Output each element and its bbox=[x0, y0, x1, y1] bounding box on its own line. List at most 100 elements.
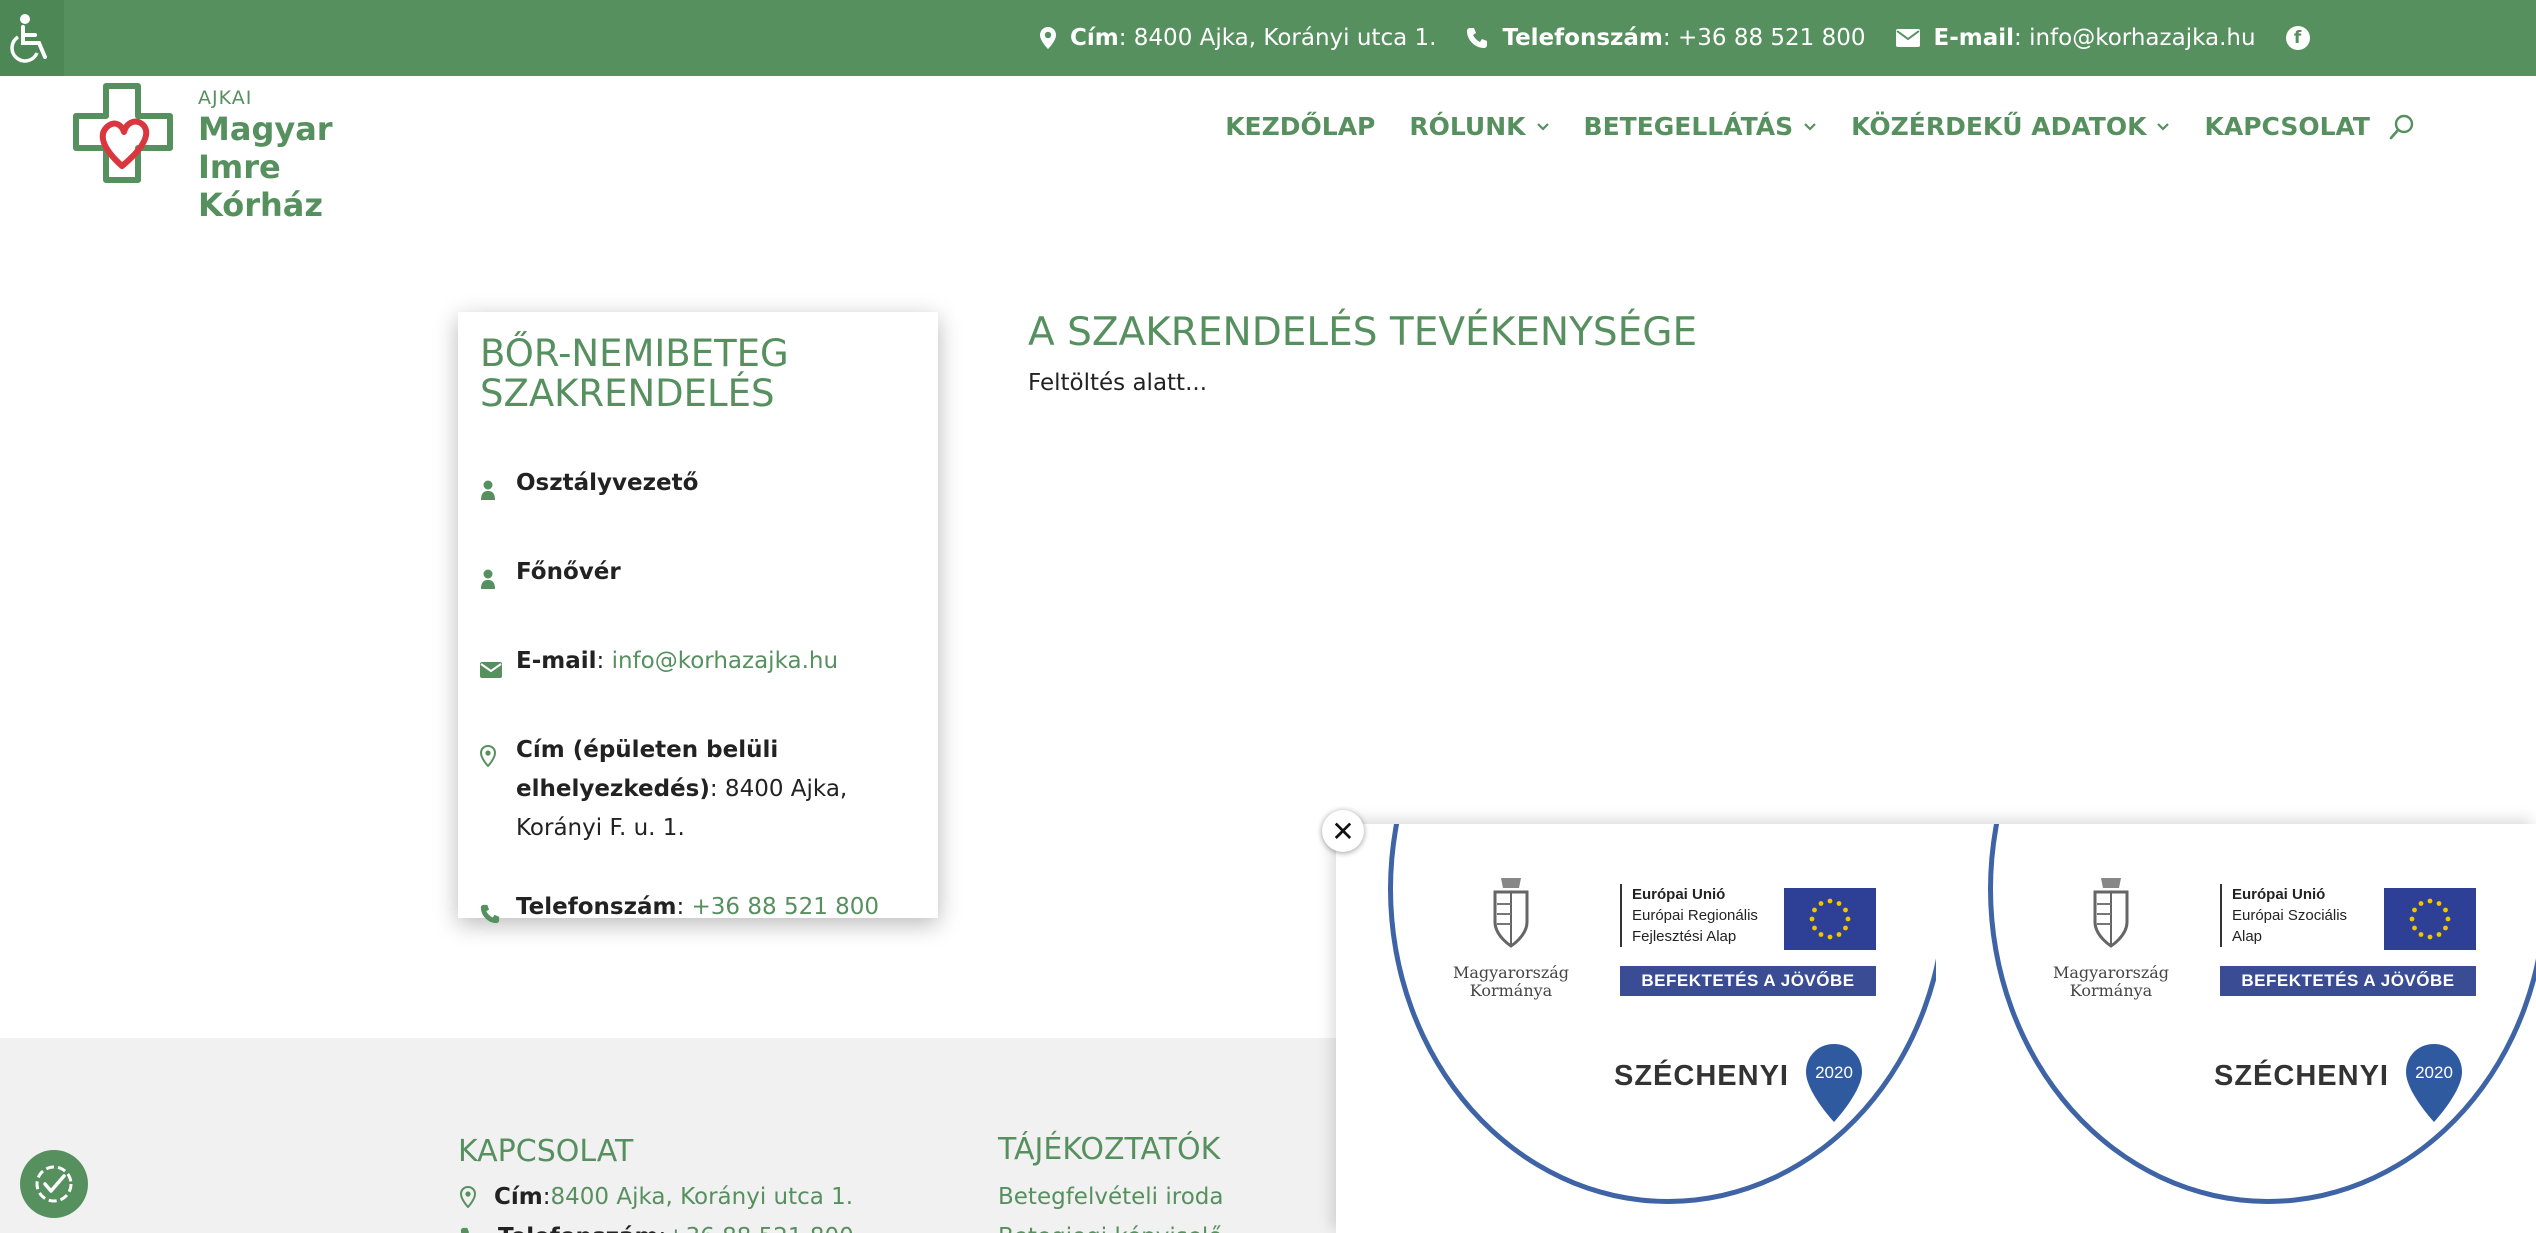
footer-phone-link[interactable]: +36 88 521 800 bbox=[666, 1224, 854, 1233]
szechenyi-label: SZÉCHENYI bbox=[2214, 1060, 2389, 1092]
hungarian-crest-icon bbox=[1493, 878, 1529, 948]
szechenyi-year: 2020 bbox=[2415, 1063, 2453, 1082]
logo-text: AJKAI Magyar Imre Kórház bbox=[198, 86, 402, 224]
person-icon bbox=[481, 569, 495, 589]
government-line2: Kormánya bbox=[1469, 981, 1553, 1000]
topbar-email[interactable]: E-mail: info@korhazajka.hu bbox=[1895, 25, 2256, 51]
szechenyi-2020-pin-icon: 2020 bbox=[2406, 1044, 2462, 1122]
department-phone-label: Telefonszám bbox=[516, 894, 677, 920]
footer-info-heading: TÁJÉKOZTATÓK bbox=[998, 1132, 1221, 1167]
topbar-phone-value: : +36 88 521 800 bbox=[1662, 25, 1866, 51]
department-head-label: Osztályvezető bbox=[516, 470, 699, 496]
map-pin-icon bbox=[460, 1186, 476, 1208]
envelope-icon bbox=[480, 662, 502, 678]
government-line2: Kormánya bbox=[2069, 981, 2153, 1000]
footer-address-link[interactable]: 8400 Ajka, Korányi utca 1. bbox=[550, 1184, 853, 1210]
nav-item-kozerdeku-adatok[interactable]: KÖZÉRDEKŰ ADATOK bbox=[1851, 112, 2170, 141]
footer-phone-label: Telefonszám bbox=[498, 1224, 658, 1233]
funding-banner-esza[interactable]: Magyarország Kormánya Európai Unió Európ… bbox=[1936, 824, 2536, 1233]
funding-banner-erfa[interactable]: Magyarország Kormánya Európai Unió Európ… bbox=[1336, 824, 1936, 1233]
footer-info-link-label: Betegjogi képviselő bbox=[998, 1224, 1222, 1233]
invest-in-future-label: BEFEKTETÉS A JÖVŐBE bbox=[2220, 966, 2476, 996]
footer-address-label: Cím bbox=[494, 1184, 543, 1210]
government-emblem: Magyarország Kormánya bbox=[1436, 874, 1586, 1000]
department-email-row: E-mail: info@korhazajka.hu bbox=[480, 642, 916, 691]
page-title: A SZAKRENDELÉS TEVÉKENYSÉGE bbox=[1028, 310, 1698, 355]
person-icon bbox=[481, 480, 495, 500]
funding-popup: Magyarország Kormánya Európai Unió Európ… bbox=[1336, 824, 2536, 1233]
cross-heart-logo-icon bbox=[73, 83, 173, 183]
envelope-icon bbox=[1895, 29, 1920, 47]
eu-fund-line2: Fejlesztési Alap bbox=[1632, 928, 1737, 945]
topbar-phone[interactable]: Telefonszám: +36 88 521 800 bbox=[1466, 25, 1866, 51]
nav-item-rolunk[interactable]: RÓLUNK bbox=[1409, 112, 1549, 141]
department-email-label: E-mail bbox=[516, 648, 597, 674]
eu-title: Európai Unió bbox=[2232, 886, 2326, 903]
topbar-email-label: E-mail bbox=[1933, 25, 2015, 51]
topbar-address: Cím: 8400 Ajka, Korányi utca 1. bbox=[1040, 25, 1436, 51]
close-icon: ✕ bbox=[1331, 814, 1355, 848]
page-body-text: Feltöltés alatt... bbox=[1028, 370, 1208, 396]
department-head-row: Osztályvezető bbox=[480, 464, 916, 513]
eu-fund-line1: Európai Regionális bbox=[1632, 907, 1758, 924]
eu-flag-icon bbox=[2384, 888, 2476, 950]
wheelchair-icon bbox=[10, 14, 47, 63]
department-email-sep: : bbox=[596, 648, 612, 674]
head-nurse-label: Főnővér bbox=[516, 559, 621, 585]
department-info-card: BŐR-NEMIBETEG SZAKRENDELÉS Osztályvezető… bbox=[458, 312, 938, 924]
department-title-line1: BŐR-NEMIBETEG bbox=[480, 332, 789, 375]
footer-phone: Telefonszám: +36 88 521 800 bbox=[460, 1224, 854, 1233]
cookie-settings-button[interactable] bbox=[20, 1150, 88, 1218]
eu-title: Európai Unió bbox=[1632, 886, 1726, 903]
cookie-settings-icon bbox=[35, 1165, 73, 1203]
topbar-phone-label: Telefonszám bbox=[1502, 25, 1663, 51]
phone-icon bbox=[1467, 28, 1488, 48]
eu-text: Európai Unió Európai Szociális Alap bbox=[2220, 884, 2347, 947]
footer-address: Cím: 8400 Ajka, Korányi utca 1. bbox=[460, 1184, 853, 1210]
footer-contact-heading: KAPCSOLAT bbox=[458, 1134, 634, 1169]
search-icon[interactable] bbox=[2388, 113, 2416, 141]
chevron-down-icon bbox=[1804, 122, 1816, 131]
szechenyi-label: SZÉCHENYI bbox=[1614, 1060, 1789, 1092]
government-line1: Magyarország bbox=[2052, 963, 2170, 982]
department-email-link[interactable]: info@korhazajka.hu bbox=[612, 648, 838, 674]
department-title: BŐR-NEMIBETEG SZAKRENDELÉS bbox=[480, 334, 916, 414]
head-nurse-row: Főnővér bbox=[480, 553, 916, 602]
chevron-down-icon bbox=[1536, 122, 1549, 131]
department-phone-link[interactable]: +36 88 521 800 bbox=[692, 894, 880, 920]
nav-item-label: KEZDŐLAP bbox=[1225, 112, 1376, 141]
topbar-contact-info: Cím: 8400 Ajka, Korányi utca 1. Telefons… bbox=[1040, 0, 2310, 76]
footer-info-link-label: Betegfelvételi iroda bbox=[998, 1184, 1224, 1210]
nav-item-kezdolap[interactable]: KEZDŐLAP bbox=[1225, 112, 1375, 141]
topbar-email-value: : info@korhazajka.hu bbox=[2014, 25, 2256, 51]
hungarian-crest-icon bbox=[2093, 878, 2129, 948]
department-phone-row: Telefonszám: +36 88 521 800 bbox=[480, 888, 916, 937]
department-phone-sep: : bbox=[676, 894, 692, 920]
logo-small-text: AJKAI bbox=[198, 87, 253, 109]
phone-icon bbox=[460, 1227, 470, 1233]
nav-item-label: RÓLUNK bbox=[1409, 112, 1526, 141]
invest-in-future-label: BEFEKTETÉS A JÖVŐBE bbox=[1620, 966, 1876, 996]
department-address-row: Cím (épületen belüli elhelyezkedés): 840… bbox=[479, 731, 916, 848]
department-title-line2: SZAKRENDELÉS bbox=[480, 372, 775, 415]
nav-item-betegellatas[interactable]: BETEGELLÁTÁS bbox=[1584, 112, 1818, 141]
eu-fund-line1: Európai Szociális bbox=[2232, 907, 2348, 924]
szechenyi-2020-pin-icon: 2020 bbox=[1806, 1044, 1862, 1122]
footer-info-link-2[interactable]: Betegjogi képviselő bbox=[998, 1224, 1222, 1233]
hospital-logo[interactable]: AJKAI Magyar Imre Kórház bbox=[72, 82, 402, 224]
nav-item-label: KÖZÉRDEKŰ ADATOK bbox=[1851, 112, 2147, 141]
eu-text: Európai Unió Európai Regionális Fejleszt… bbox=[1620, 884, 1758, 947]
facebook-icon[interactable]: f bbox=[2285, 26, 2310, 50]
nav-item-kapcsolat[interactable]: KAPCSOLAT bbox=[2204, 112, 2370, 141]
top-info-bar: Cím: 8400 Ajka, Korányi utca 1. Telefons… bbox=[0, 0, 2536, 76]
map-pin-icon bbox=[479, 744, 497, 768]
footer-info-link-1[interactable]: Betegfelvételi iroda bbox=[998, 1184, 1223, 1210]
phone-icon bbox=[480, 904, 500, 924]
government-line1: Magyarország bbox=[1452, 963, 1570, 982]
main-navigation: KEZDŐLAP RÓLUNK BETEGELLÁTÁS KÖZÉRDEKŰ A… bbox=[1191, 112, 2416, 141]
accessibility-button[interactable] bbox=[0, 0, 64, 76]
footer-address-sep: : bbox=[542, 1184, 551, 1210]
nav-item-label: BETEGELLÁTÁS bbox=[1583, 112, 1794, 141]
logo-line1: Magyar Imre bbox=[198, 110, 333, 186]
close-popup-button[interactable]: ✕ bbox=[1322, 810, 1364, 852]
